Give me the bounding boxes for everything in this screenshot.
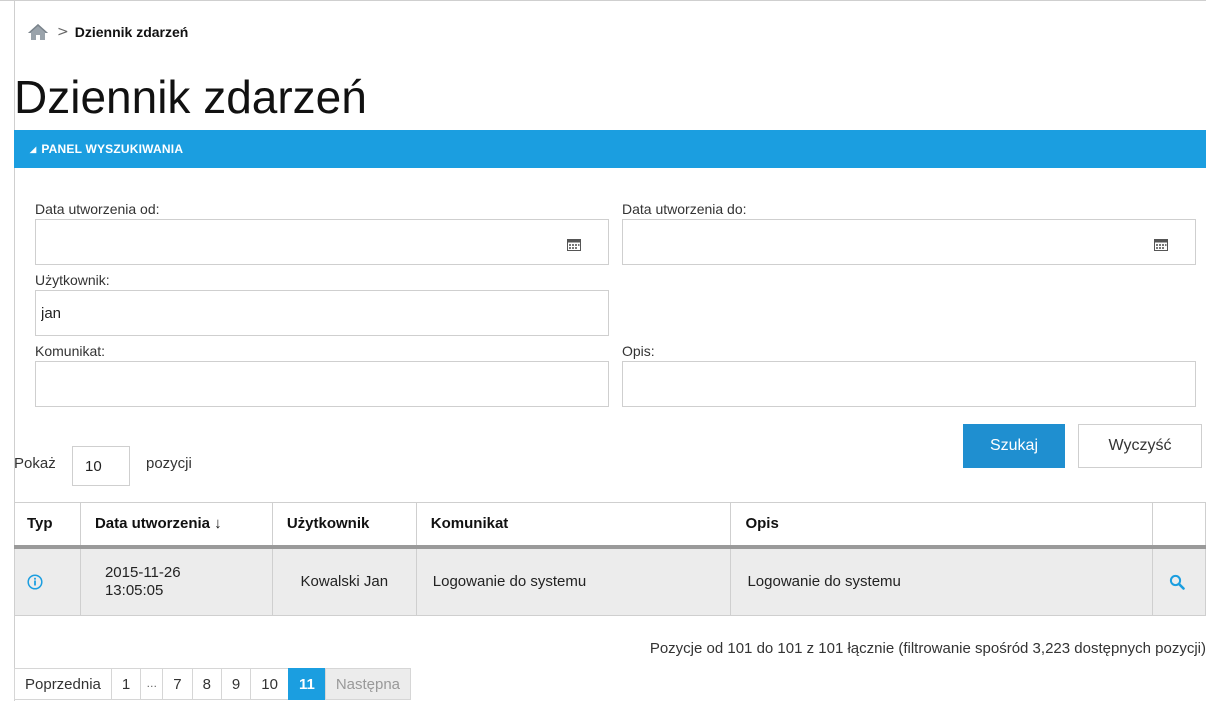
row-description-cell: Logowanie do systemu (730, 546, 1153, 616)
pagination-page-1[interactable]: 1 (110, 668, 142, 700)
description-input[interactable] (622, 361, 1196, 407)
events-table: Typ Data utworzenia ↓ Użytkownik Komunik… (14, 502, 1206, 616)
pagination: Poprzednia 1 … 7 8 9 10 11 Następna (14, 668, 412, 700)
calendar-icon[interactable] (1154, 236, 1168, 251)
row-user-cell: Kowalski Jan (272, 546, 417, 616)
message-label: Komunikat: (35, 343, 106, 359)
pagination-page-9[interactable]: 9 (220, 668, 252, 700)
message-input[interactable] (35, 361, 609, 407)
page-size-suffix: pozycji (146, 455, 192, 472)
breadcrumb: > Dziennik zdarzeń (27, 20, 188, 44)
date-to-input[interactable] (622, 219, 1196, 265)
user-label: Użytkownik: (35, 272, 110, 288)
clear-button[interactable]: Wyczyść (1078, 424, 1202, 468)
pagination-page-7[interactable]: 7 (162, 668, 193, 700)
breadcrumb-current: Dziennik zdarzeń (74, 24, 189, 40)
collapse-triangle-icon: ◢ (30, 144, 37, 154)
row-type-cell (14, 546, 81, 616)
window-top-border (0, 0, 1206, 4)
row-actions-cell (1152, 546, 1206, 616)
page-size-prefix: Pokaż (14, 455, 56, 472)
description-label: Opis: (622, 343, 655, 359)
home-icon[interactable] (27, 23, 49, 41)
pagination-prev[interactable]: Poprzednia (14, 668, 112, 700)
breadcrumb-separator: > (57, 24, 69, 40)
column-header-description[interactable]: Opis (730, 502, 1153, 549)
pagination-page-11[interactable]: 11 (287, 668, 326, 700)
search-icon[interactable] (1169, 574, 1205, 590)
search-button[interactable]: Szukaj (963, 424, 1065, 468)
results-summary: Pozycje od 101 do 101 z 101 łącznie (fil… (649, 640, 1206, 657)
pagination-next: Następna (324, 668, 412, 700)
user-input[interactable] (35, 290, 609, 336)
pagination-page-8[interactable]: 8 (191, 668, 222, 700)
row-message-cell: Logowanie do systemu (416, 546, 732, 616)
date-to-label: Data utworzenia do: (622, 201, 747, 217)
column-header-created[interactable]: Data utworzenia ↓ (80, 502, 273, 549)
pagination-ellipsis: … (140, 668, 164, 700)
table-header-row: Typ Data utworzenia ↓ Użytkownik Komunik… (14, 502, 1206, 549)
page-title: Dziennik zdarzeń (14, 71, 367, 123)
pagination-page-10[interactable]: 10 (250, 668, 289, 700)
column-header-message[interactable]: Komunikat (416, 502, 732, 549)
column-header-type[interactable]: Typ (14, 502, 81, 549)
search-panel-header[interactable]: ◢ PANEL WYSZUKIWANIA (14, 130, 1206, 168)
row-time: 13:05:05 (104, 581, 164, 599)
column-header-user[interactable]: Użytkownik (272, 502, 417, 549)
column-header-actions (1152, 502, 1206, 549)
row-created-cell: 2015-11-26 13:05:05 (80, 546, 273, 616)
date-from-label: Data utworzenia od: (35, 201, 160, 217)
page-size-input[interactable] (72, 446, 130, 486)
search-panel-title: PANEL WYSZUKIWANIA (41, 142, 184, 156)
calendar-icon[interactable] (567, 236, 581, 251)
table-row[interactable]: 2015-11-26 13:05:05 Kowalski Jan Logowan… (14, 546, 1206, 616)
row-date: 2015-11-26 (104, 563, 181, 581)
info-icon (27, 574, 68, 590)
date-from-input[interactable] (35, 219, 609, 265)
